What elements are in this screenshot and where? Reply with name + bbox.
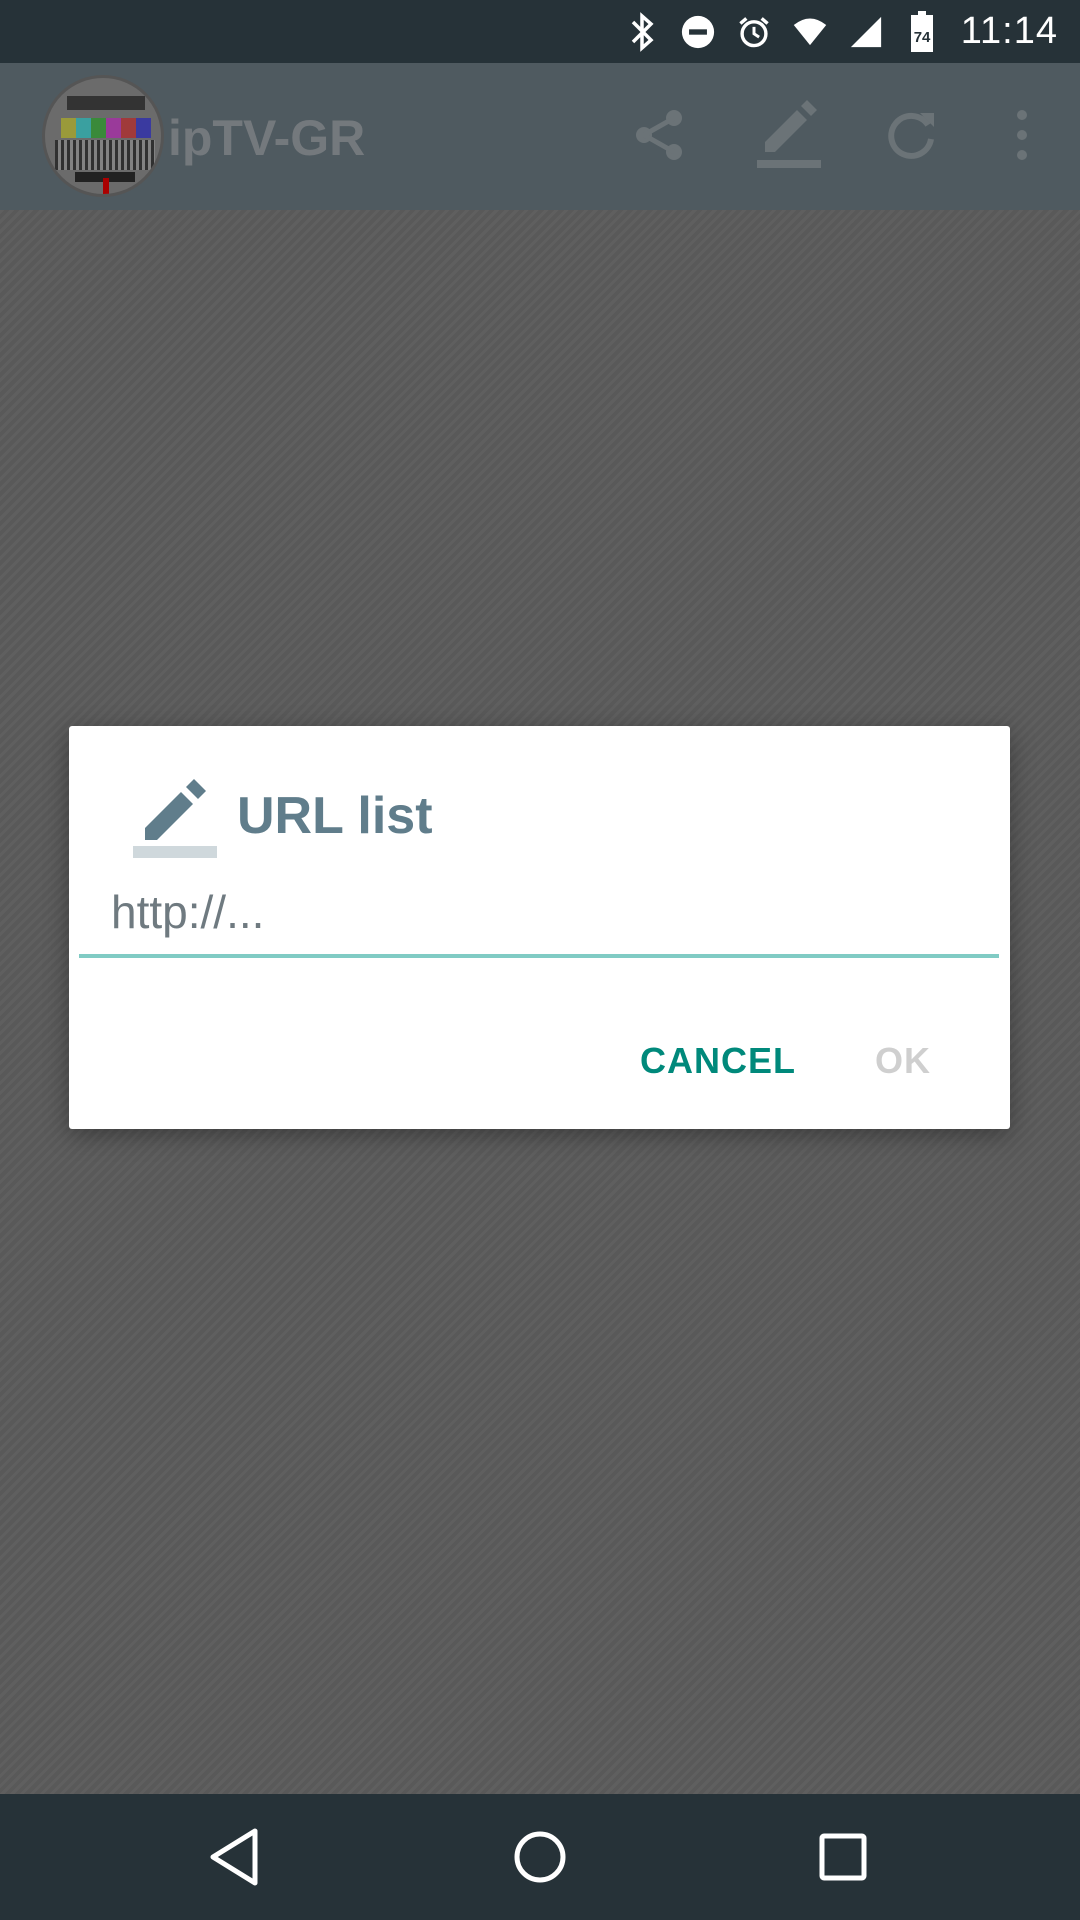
alarm-icon (737, 15, 771, 49)
edit-icon[interactable] (750, 99, 830, 171)
clock: 11:14 (960, 10, 1058, 52)
url-list-dialog: URL list CANCEL OK (69, 726, 1010, 1129)
refresh-icon[interactable] (876, 99, 948, 171)
home-icon[interactable] (505, 1822, 575, 1892)
cancel-button[interactable]: CANCEL (634, 1032, 802, 1090)
battery-icon: 74 (905, 10, 939, 52)
dialog-title: URL list (237, 787, 433, 845)
edit-icon (131, 768, 221, 859)
wifi-icon (793, 15, 827, 49)
app-logo (42, 75, 164, 197)
ok-button[interactable]: OK (869, 1032, 937, 1090)
app-title: ipTV-GR (168, 110, 366, 166)
app-bar: ipTV-GR (0, 63, 1080, 210)
url-input[interactable] (79, 876, 999, 958)
back-icon[interactable] (200, 1822, 270, 1892)
battery-level: 74 (913, 28, 931, 46)
recents-icon[interactable] (808, 1822, 878, 1892)
status-bar: 74 11:14 (0, 0, 1080, 63)
share-icon[interactable] (624, 99, 696, 171)
more-vert-icon[interactable] (986, 99, 1058, 171)
navigation-bar (0, 1794, 1080, 1920)
signal-icon (849, 15, 883, 49)
bluetooth-icon (625, 11, 659, 52)
do-not-disturb-icon (681, 15, 715, 49)
